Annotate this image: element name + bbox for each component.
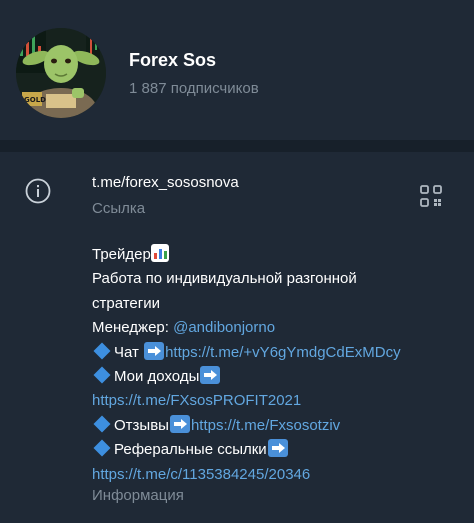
right-arrow-emoji xyxy=(144,341,165,360)
reviews-label: Отзывы xyxy=(114,416,169,434)
manager-label: Менеджер: xyxy=(92,319,174,337)
manager-handle-link[interactable]: @andibonjorno xyxy=(173,319,275,336)
subscriber-count: 1 887 подписчиков xyxy=(129,80,259,97)
manager-line: Менеджер: @andibonjorno xyxy=(92,316,442,340)
description-line: стратегии xyxy=(92,294,160,312)
chat-label: Чат xyxy=(114,343,144,361)
description-text: Трейдер xyxy=(92,246,151,263)
reviews-link[interactable]: https://t.me/Fxsosotziv xyxy=(191,417,340,434)
channel-title: Forex Sos xyxy=(129,50,217,70)
channel-header: GOLD Forex Sos 1 887 подписчиков xyxy=(0,0,474,140)
income-link-line: https://t.me/FXsosPROFIT2021 xyxy=(92,389,442,413)
description-line: Трейдер xyxy=(92,243,442,267)
income-label: Мои доходы xyxy=(114,368,200,386)
section-divider xyxy=(0,140,474,152)
bar-chart-emoji xyxy=(150,244,169,262)
right-arrow-emoji xyxy=(200,366,221,385)
right-arrow-emoji xyxy=(169,414,190,433)
info-circle-icon xyxy=(25,178,51,204)
income-line: Мои доходы xyxy=(92,365,442,389)
avatar-sign-text: GOLD xyxy=(24,96,46,104)
chat-link[interactable]: https://t.me/+vY6gYmdgCdExMDcy xyxy=(165,344,401,361)
channel-link[interactable]: t.me/forex_sososnova xyxy=(92,174,239,191)
description-line: Работа по индивидуальной разгонной xyxy=(92,270,357,288)
reviews-line: Отзывы https://t.me/Fxsosotziv xyxy=(92,414,442,438)
referral-link[interactable]: https://t.me/c/1135384245/20346 xyxy=(92,466,310,483)
blue-diamond-emoji xyxy=(93,366,111,384)
chat-line: Чат https://t.me/+vY6gYmdgCdExMDcy xyxy=(92,341,442,365)
right-arrow-emoji xyxy=(267,439,288,458)
link-caption: Ссылка xyxy=(92,200,146,217)
blue-diamond-emoji xyxy=(93,439,111,457)
channel-description: Трейдер Работа по индивидуальной разгонн… xyxy=(92,243,442,487)
blue-diamond-emoji xyxy=(93,415,111,433)
qr-code-icon[interactable] xyxy=(420,185,442,207)
info-caption: Информация xyxy=(92,487,184,504)
referral-link-line: https://t.me/c/1135384245/20346 xyxy=(92,463,442,487)
referral-label: Реферальные ссылки xyxy=(114,441,267,459)
blue-diamond-emoji xyxy=(93,342,111,360)
channel-avatar[interactable]: GOLD xyxy=(16,28,106,118)
referral-line: Реферальные ссылки xyxy=(92,438,442,462)
income-link[interactable]: https://t.me/FXsosPROFIT2021 xyxy=(92,392,301,409)
